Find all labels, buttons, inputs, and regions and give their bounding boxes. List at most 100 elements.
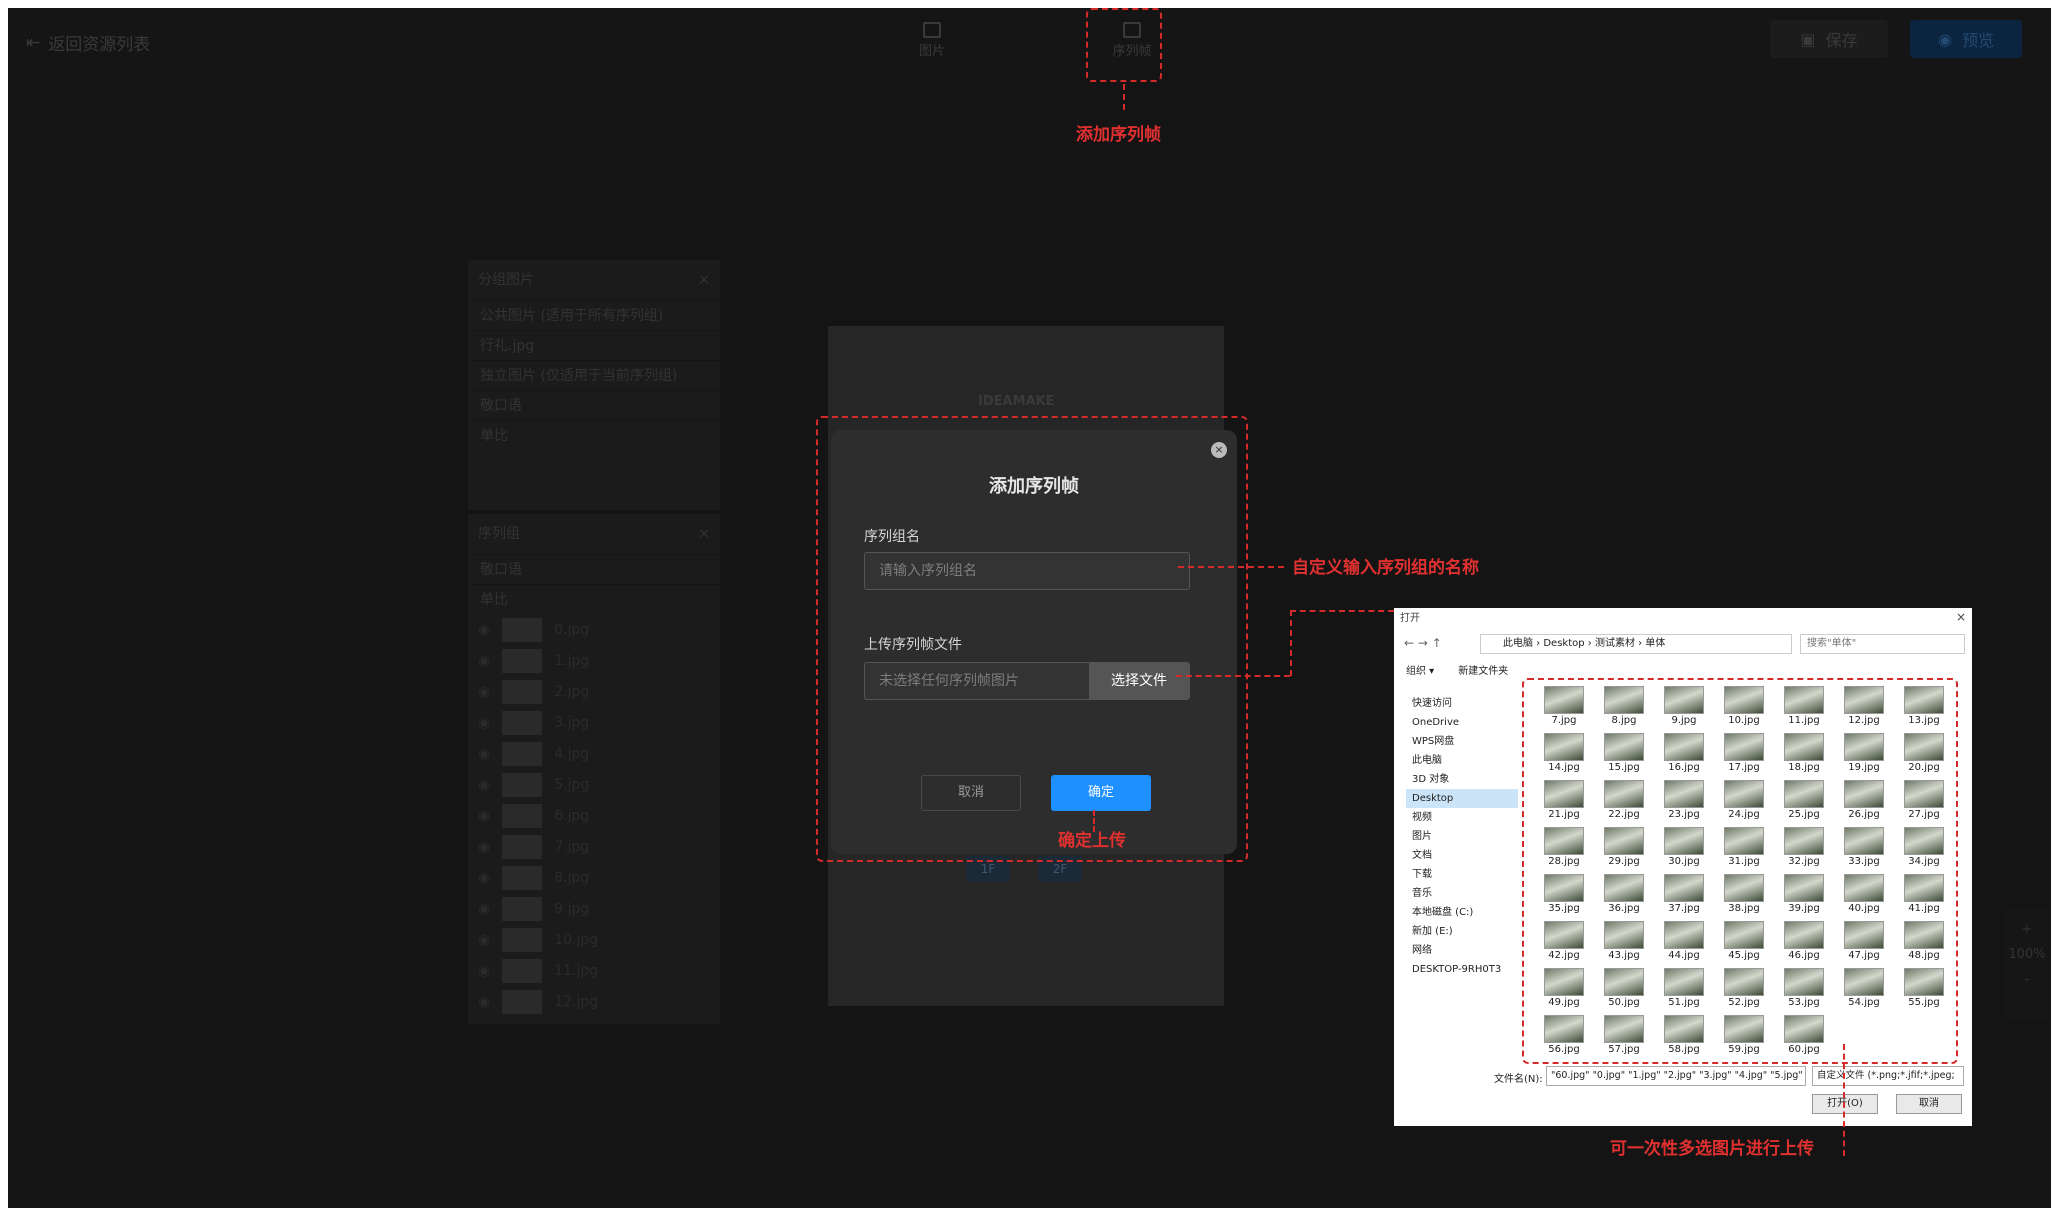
close-icon[interactable]: ×	[698, 260, 710, 300]
sidebar-item[interactable]: 快速访问	[1406, 694, 1518, 713]
panel-title: 分组图片	[478, 272, 534, 288]
frame-thumbnail	[502, 834, 543, 859]
filename-input[interactable]: "60.jpg" "0.jpg" "1.jpg" "2.jpg" "3.jpg"…	[1546, 1066, 1806, 1086]
sidebar-item[interactable]: 下载	[1406, 865, 1518, 884]
eye-icon[interactable]: ◉	[478, 994, 490, 1010]
canvas-logo: IDEAMAKE	[978, 394, 1055, 409]
sidebar-item[interactable]: 新加 (E:)	[1406, 922, 1518, 941]
frame-row[interactable]: ◉ 2.jpg	[468, 676, 720, 707]
close-icon[interactable]: ×	[698, 514, 710, 554]
filename-label: 文件名(N):	[1494, 1074, 1543, 1085]
new-folder-button[interactable]: 新建文件夹	[1458, 662, 1508, 677]
eye-icon[interactable]: ◉	[478, 870, 490, 886]
top-bar: ⇤ 返回资源列表 图片 序列帧 ▣ 保存 ◉ 预览	[8, 8, 2051, 70]
frame-name: 3.jpg	[554, 714, 590, 731]
frame-row[interactable]: ◉ 10.jpg	[468, 924, 720, 955]
sidebar-item[interactable]: 音乐	[1406, 884, 1518, 903]
frame-row[interactable]: ◉ 12.jpg	[468, 986, 720, 1017]
sidebar-item[interactable]: Desktop	[1406, 789, 1518, 808]
frame-thumbnail	[502, 648, 543, 673]
nav-arrows-icon[interactable]: ← → ↑	[1404, 636, 1442, 650]
preview-button[interactable]: ◉ 预览	[1910, 20, 2022, 58]
dialog-cancel-button[interactable]: 取消	[1896, 1094, 1962, 1114]
frame-thumbnail	[502, 958, 543, 983]
list-item: 独立图片 (仅适用于当前序列组)	[468, 360, 720, 390]
list-item[interactable]: 单比	[468, 584, 720, 614]
eye-icon: ◉	[1938, 29, 1952, 49]
back-to-resources-link[interactable]: ⇤ 返回资源列表	[26, 30, 150, 56]
annotation-multi-select: 可一次性多选图片进行上传	[1610, 1139, 1814, 1159]
address-bar[interactable]: 此电脑 › Desktop › 测试素材 › 单体	[1480, 634, 1792, 654]
dialog-sidebar: 快速访问 OneDrive WPS网盘 此电脑 3D 对象 Desktop 视频 图片 文档 下载…	[1406, 694, 1518, 979]
frame-row[interactable]: ◉ 7.jpg	[468, 831, 720, 862]
list-item[interactable]: 单比	[468, 420, 720, 450]
back-arrow-icon: ⇤	[26, 32, 41, 53]
eye-icon[interactable]: ◉	[478, 777, 490, 793]
sidebar-item[interactable]: DESKTOP-9RH0T3	[1406, 960, 1518, 979]
highlight-modal	[816, 416, 1248, 862]
eye-icon[interactable]: ◉	[478, 839, 490, 855]
frame-name: 2.jpg	[554, 683, 590, 700]
zoom-in-button[interactable]: +	[2004, 922, 2050, 937]
frame-name: 0.jpg	[554, 621, 590, 638]
sidebar-item[interactable]: 文档	[1406, 846, 1518, 865]
frame-name: 5.jpg	[554, 776, 590, 793]
frame-thumbnail	[502, 896, 543, 921]
sidebar-item[interactable]: 3D 对象	[1406, 770, 1518, 789]
sidebar-item[interactable]: 视频	[1406, 808, 1518, 827]
annotation-confirm-upload: 确定上传	[1058, 831, 1126, 851]
sidebar-item[interactable]: 此电脑	[1406, 751, 1518, 770]
frame-row[interactable]: ◉ 6.jpg	[468, 800, 720, 831]
annotation-add-sequence: 添加序列帧	[1076, 125, 1161, 145]
eye-icon[interactable]: ◉	[478, 622, 490, 638]
eye-icon[interactable]: ◉	[478, 653, 490, 669]
frame-row[interactable]: ◉ 1.jpg	[468, 645, 720, 676]
frame-row[interactable]: ◉ 0.jpg	[468, 614, 720, 645]
frame-row[interactable]: ◉ 3.jpg	[468, 707, 720, 738]
frame-thumbnail	[502, 679, 543, 704]
group-image-panel: 分组图片 × 公共图片 (适用于所有序列组) 行礼.jpg 独立图片 (仅适用于当…	[468, 260, 720, 510]
sidebar-item[interactable]: 网络	[1406, 941, 1518, 960]
frame-thumbnail	[502, 710, 543, 735]
dialog-close-icon[interactable]: ×	[1956, 610, 1966, 624]
tool-image[interactable]: 图片	[902, 22, 962, 59]
eye-icon[interactable]: ◉	[478, 963, 490, 979]
frame-row[interactable]: ◉ 8.jpg	[468, 862, 720, 893]
frame-row[interactable]: ◉ 11.jpg	[468, 955, 720, 986]
list-item[interactable]: 敬口语	[468, 554, 720, 584]
list-item[interactable]: 行礼.jpg	[468, 330, 720, 360]
frame-name: 4.jpg	[554, 745, 590, 762]
filetype-select[interactable]: 自定义文件 (*.png;*.jfif;*.jpeg;	[1812, 1066, 1964, 1086]
zoom-out-button[interactable]: -	[2004, 972, 2050, 987]
annotation-line	[1290, 610, 1394, 612]
save-button[interactable]: ▣ 保存	[1770, 20, 1888, 58]
frame-thumbnail	[502, 989, 543, 1014]
frame-name: 11.jpg	[554, 962, 599, 979]
eye-icon[interactable]: ◉	[478, 901, 490, 917]
organize-button[interactable]: 组织 ▾	[1406, 662, 1434, 677]
frame-row[interactable]: ◉ 9.jpg	[468, 893, 720, 924]
sequence-group-panel: 序列组 × 敬口语 单比 ◉ 0.jpg ◉ 1.jpg ◉ 2.jpg ◉ 3.jpg ◉ 4.j…	[468, 514, 720, 1024]
annotation-line	[1176, 675, 1290, 677]
eye-icon[interactable]: ◉	[478, 684, 490, 700]
dialog-title: 打开	[1400, 613, 1420, 624]
eye-icon[interactable]: ◉	[478, 715, 490, 731]
sidebar-item[interactable]: 图片	[1406, 827, 1518, 846]
list-item: 公共图片 (适用于所有序列组)	[468, 300, 720, 330]
eye-icon[interactable]: ◉	[478, 932, 490, 948]
list-item[interactable]: 敬口语	[468, 390, 720, 420]
frame-row[interactable]: ◉ 5.jpg	[468, 769, 720, 800]
eye-icon[interactable]: ◉	[478, 808, 490, 824]
sidebar-item[interactable]: WPS网盘	[1406, 732, 1518, 751]
open-button[interactable]: 打开(O)	[1812, 1094, 1878, 1114]
search-input[interactable]: 搜索"单体"	[1800, 634, 1965, 654]
highlight-file-grid	[1522, 678, 1958, 1064]
sidebar-item[interactable]: OneDrive	[1406, 713, 1518, 732]
frame-row[interactable]: ◉ 4.jpg	[468, 738, 720, 769]
frame-thumbnail	[502, 617, 543, 642]
sidebar-item[interactable]: 本地磁盘 (C:)	[1406, 903, 1518, 922]
eye-icon[interactable]: ◉	[478, 746, 490, 762]
save-icon: ▣	[1800, 29, 1816, 49]
frame-name: 7.jpg	[554, 838, 590, 855]
frame-list: ◉ 0.jpg ◉ 1.jpg ◉ 2.jpg ◉ 3.jpg ◉ 4.jpg ◉ 5.jpg ◉ 6.j…	[468, 614, 720, 1017]
